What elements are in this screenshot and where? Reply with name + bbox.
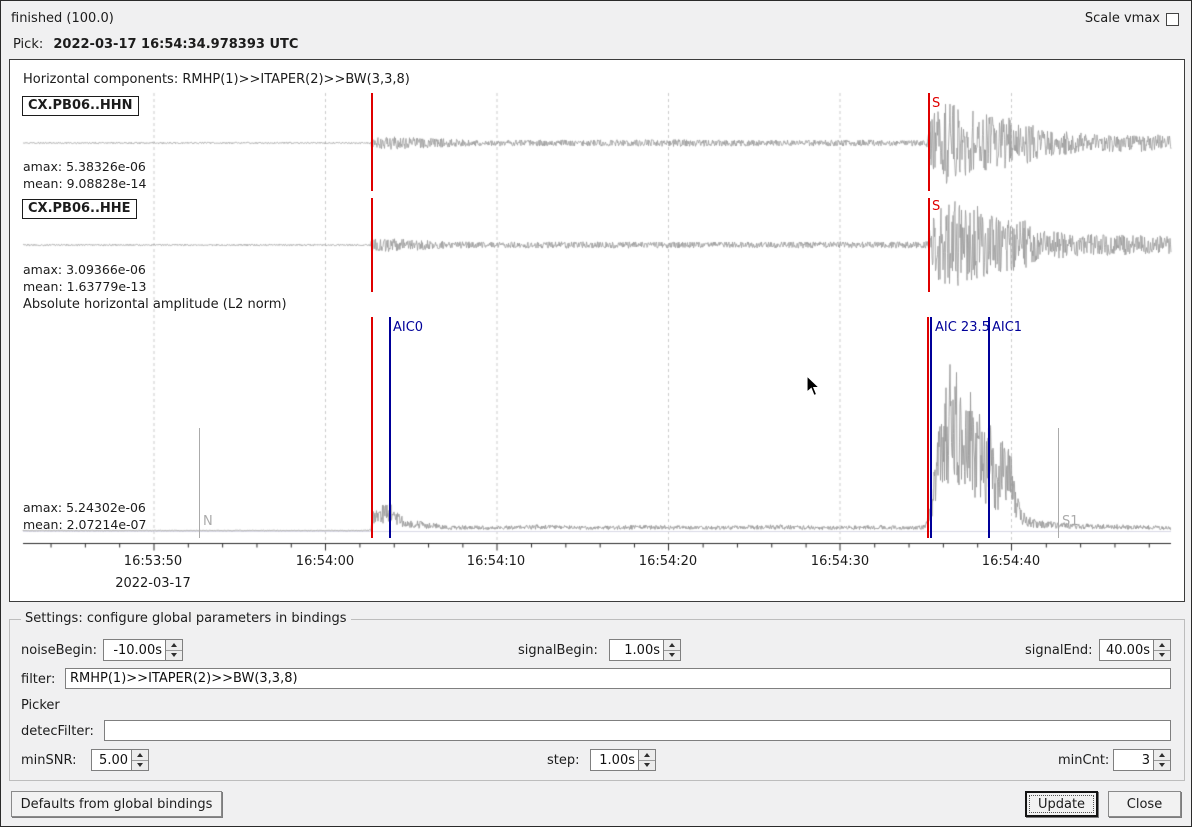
aic1-line[interactable] <box>988 317 990 538</box>
signal-end-input[interactable] <box>1100 640 1153 660</box>
signal-begin-line-hhn[interactable] <box>371 93 373 191</box>
scale-vmax-control: Scale vmax <box>1085 11 1179 27</box>
defaults-from-global-bindings-button[interactable]: Defaults from global bindings <box>11 791 222 817</box>
scale-vmax-checkbox[interactable] <box>1166 13 1179 26</box>
signal-end-marker-line <box>1058 428 1059 538</box>
l2-title: Absolute horizontal amplitude (L2 norm) <box>23 297 287 313</box>
min-cnt-spinbox[interactable] <box>1113 749 1171 771</box>
settings-group-title: Settings: configure global parameters in… <box>21 611 351 626</box>
down-arrow-icon <box>644 763 650 767</box>
waveform-plot: Horizontal components: RMHP(1)>>ITAPER(2… <box>9 59 1185 602</box>
step-input[interactable] <box>591 750 638 770</box>
trace-label-hhn: CX.PB06..HHN <box>22 96 139 116</box>
aic-pick-line[interactable] <box>930 317 932 538</box>
signal-end-up-arrow[interactable] <box>1154 640 1170 651</box>
signal-begin-line-l2[interactable] <box>371 317 373 538</box>
down-arrow-icon <box>1159 653 1165 657</box>
signal-end-marker-label: S1 <box>1062 515 1079 529</box>
pick-time: 2022-03-17 16:54:34.978393 UTC <box>53 37 298 52</box>
up-arrow-icon <box>644 753 650 757</box>
aic0-line[interactable] <box>389 317 391 538</box>
pick-label: Pick: <box>13 37 43 52</box>
noise-begin-down-arrow[interactable] <box>166 651 182 661</box>
down-arrow-icon <box>137 763 143 767</box>
min-snr-down-arrow[interactable] <box>132 761 148 771</box>
axis-date-label: 2022-03-17 <box>115 576 191 591</box>
time-tick-label: 16:53:50 <box>124 554 182 569</box>
time-tick-label: 16:54:00 <box>296 554 354 569</box>
update-button[interactable]: Update <box>1025 791 1098 817</box>
noise-begin-input[interactable] <box>104 640 165 660</box>
step-label: step: <box>547 753 580 769</box>
close-button[interactable]: Close <box>1108 791 1181 817</box>
min-snr-input[interactable] <box>92 750 131 770</box>
signal-end-label: signalEnd: <box>1025 643 1093 659</box>
picker-window: { "window": { "status_text": "finished (… <box>0 0 1192 827</box>
detec-filter-input[interactable] <box>104 720 1171 741</box>
time-tick-label: 16:54:20 <box>639 554 697 569</box>
signal-begin-down-arrow[interactable] <box>664 651 680 661</box>
down-arrow-icon <box>669 653 675 657</box>
min-snr-spinbox[interactable] <box>91 749 149 771</box>
trace-stats-hhn: amax: 5.38326e-06 mean: 9.08828e-14 <box>23 158 146 192</box>
min-cnt-up-arrow[interactable] <box>1154 750 1170 761</box>
s-pick-line-hhn[interactable] <box>928 93 930 191</box>
mean-value-hhe: mean: 1.63779e-13 <box>23 278 146 295</box>
noise-begin-label: noiseBegin: <box>21 643 97 659</box>
pick-info: Pick: 2022-03-17 16:54:34.978393 UTC <box>13 37 298 53</box>
up-arrow-icon <box>137 753 143 757</box>
up-arrow-icon <box>669 643 675 647</box>
s-pick-label-hhe: S <box>932 200 940 214</box>
min-snr-label: minSNR: <box>21 753 77 769</box>
signal-end-down-arrow[interactable] <box>1154 651 1170 661</box>
up-arrow-icon <box>171 643 177 647</box>
min-snr-up-arrow[interactable] <box>132 750 148 761</box>
min-cnt-label: minCnt: <box>1058 753 1109 769</box>
step-spinbox[interactable] <box>590 749 656 771</box>
time-tick-label: 16:54:30 <box>811 554 869 569</box>
amax-value-hhn: amax: 5.38326e-06 <box>23 158 146 175</box>
noise-begin-up-arrow[interactable] <box>166 640 182 651</box>
trace-stats-hhe: amax: 3.09366e-06 mean: 1.63779e-13 <box>23 261 146 295</box>
aic1-label: AIC1 <box>992 321 1022 335</box>
amax-value-hhe: amax: 3.09366e-06 <box>23 261 146 278</box>
l2-stats: amax: 5.24302e-06 mean: 2.07214e-07 <box>23 499 146 533</box>
signal-begin-label: signalBegin: <box>518 643 598 659</box>
mean-value-hhn: mean: 9.08828e-14 <box>23 175 146 192</box>
signal-begin-line-hhe[interactable] <box>371 198 373 292</box>
aic-pick-label: AIC 23.5 <box>935 321 990 335</box>
s-pick-label-hhn: S <box>932 97 940 111</box>
signal-begin-spinbox[interactable] <box>609 639 681 661</box>
signal-begin-up-arrow[interactable] <box>664 640 680 651</box>
filter-input[interactable] <box>65 668 1171 689</box>
filter-label: filter: <box>21 672 55 688</box>
noise-marker-label: N <box>203 515 213 529</box>
noise-begin-spinbox[interactable] <box>103 639 183 661</box>
scale-vmax-label: Scale vmax <box>1085 11 1160 27</box>
s-pick-line-l2[interactable] <box>927 317 929 538</box>
down-arrow-icon <box>171 653 177 657</box>
status-text: finished (100.0) <box>11 11 114 27</box>
signal-begin-input[interactable] <box>610 640 663 660</box>
time-tick-label: 16:54:10 <box>467 554 525 569</box>
mouse-cursor <box>806 375 824 399</box>
up-arrow-icon <box>1159 753 1165 757</box>
up-arrow-icon <box>1159 643 1165 647</box>
trace-label-hhe: CX.PB06..HHE <box>22 199 137 219</box>
down-arrow-icon <box>1159 763 1165 767</box>
time-tick-label: 16:54:40 <box>982 554 1040 569</box>
detec-filter-label: detecFilter: <box>21 724 94 740</box>
step-down-arrow[interactable] <box>639 761 655 771</box>
plot-title: Horizontal components: RMHP(1)>>ITAPER(2… <box>23 72 410 88</box>
picker-section-label: Picker <box>21 698 60 714</box>
aic0-label: AIC0 <box>393 321 423 335</box>
mean-value-l2: mean: 2.07214e-07 <box>23 516 146 533</box>
amax-value-l2: amax: 5.24302e-06 <box>23 499 146 516</box>
step-up-arrow[interactable] <box>639 750 655 761</box>
signal-end-spinbox[interactable] <box>1099 639 1171 661</box>
s-pick-line-hhe[interactable] <box>928 198 930 292</box>
noise-marker-line <box>199 428 200 538</box>
min-cnt-input[interactable] <box>1114 750 1153 770</box>
min-cnt-down-arrow[interactable] <box>1154 761 1170 771</box>
